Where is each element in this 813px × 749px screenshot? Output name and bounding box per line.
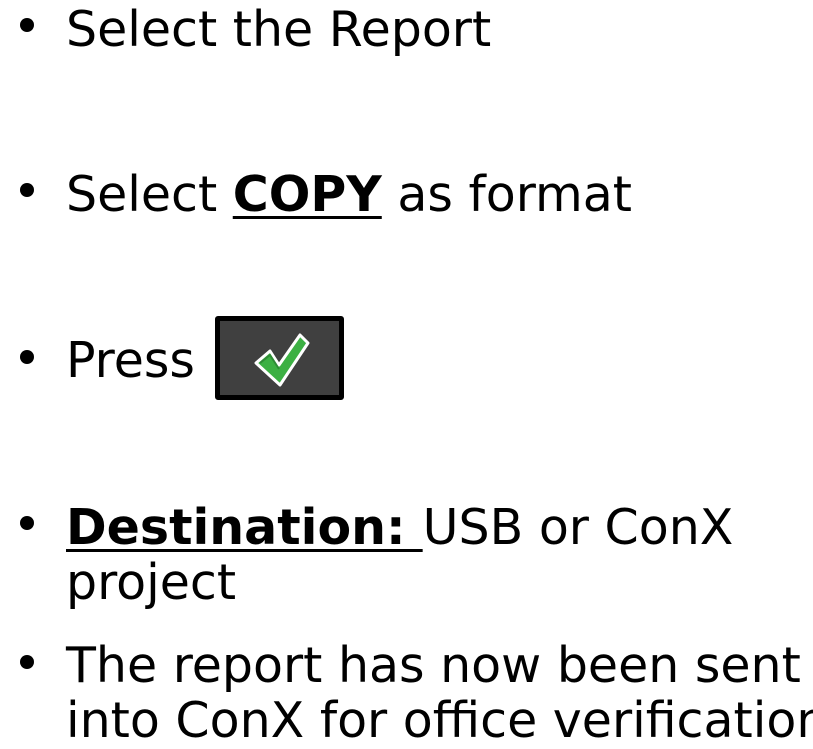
destination-value: USB or ConX <box>422 499 734 556</box>
bullet-text-continuation: into ConX for office verification <box>66 693 813 748</box>
bullet-2-suffix: as format <box>381 166 632 223</box>
bullet-list: Select the Report Select COPY as format … <box>0 0 813 748</box>
bullet-text: Select the Report <box>66 2 491 57</box>
bullet-text: The report has now been sent <box>66 638 801 693</box>
bullet-5-line-1: The report has now been sent <box>66 637 801 694</box>
copy-format-emphasis: COPY <box>232 166 382 223</box>
bullet-dot <box>20 516 34 530</box>
bullet-3-text: Press <box>66 332 195 389</box>
bullet-text: Destination: USB or ConX <box>66 500 733 555</box>
bullet-dot <box>20 655 34 669</box>
confirm-button[interactable] <box>215 316 344 400</box>
bullet-text-continuation: project <box>66 555 236 610</box>
bullet-dot <box>20 350 34 364</box>
bullet-text: Press <box>66 333 195 388</box>
bullet-5-line-2: into ConX for office verification <box>66 692 813 749</box>
destination-label: Destination: <box>66 499 423 556</box>
bullet-1-text: Select the Report <box>66 1 492 58</box>
destination-line-2: project <box>66 554 237 611</box>
bullet-text: Select COPY as format <box>66 167 632 222</box>
bullet-dot <box>20 183 34 197</box>
bullet-dot <box>20 18 34 32</box>
check-icon <box>254 333 310 387</box>
bullet-2-prefix: Select <box>66 166 233 223</box>
